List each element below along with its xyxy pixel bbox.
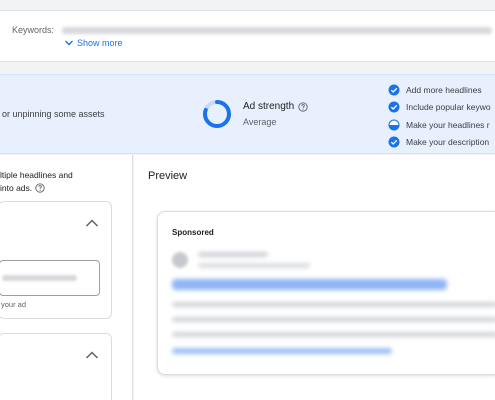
check-circle-icon bbox=[388, 101, 400, 113]
ad-url-blurred bbox=[198, 263, 310, 268]
headline-input[interactable] bbox=[0, 260, 100, 296]
check-circle-icon bbox=[388, 136, 400, 148]
sponsored-label: Sponsored bbox=[172, 228, 214, 237]
headline-input-blurred-value bbox=[2, 275, 77, 281]
ad-description-line-blurred bbox=[172, 317, 495, 322]
suggestion-label: Make your headlines r bbox=[406, 119, 490, 130]
ad-strength-value: Average bbox=[243, 117, 277, 127]
suggestion-list: Add more headlines Include popular keywo… bbox=[388, 81, 491, 151]
ad-site-name-blurred bbox=[198, 252, 268, 257]
preview-title: Preview bbox=[148, 170, 188, 182]
ad-headline-blurred[interactable] bbox=[172, 279, 447, 290]
preview-panel: Preview Sponsored bbox=[134, 155, 495, 400]
asset-editor-column: ltiple headlines and into ads. your ad bbox=[0, 155, 133, 400]
ad-description-line-blurred bbox=[172, 302, 495, 307]
ad-strength-title: Ad strength bbox=[243, 101, 308, 112]
favicon-icon bbox=[172, 252, 188, 268]
check-circle-icon bbox=[388, 84, 400, 96]
headline-input-help: your ad bbox=[1, 300, 27, 309]
chevron-up-icon[interactable] bbox=[85, 218, 99, 228]
suggestion-item[interactable]: Add more headlines bbox=[388, 81, 491, 99]
description-section-card bbox=[0, 333, 112, 400]
keywords-label: Keywords: bbox=[12, 25, 55, 35]
chevron-down-icon bbox=[65, 40, 73, 46]
keywords-card: Keywords: Show more bbox=[0, 10, 495, 62]
pinning-hint: or unpinning some assets bbox=[2, 109, 105, 119]
help-icon[interactable] bbox=[35, 183, 45, 193]
suggestion-item[interactable]: Include popular keywo bbox=[388, 99, 491, 117]
ad-sitelinks-blurred[interactable] bbox=[172, 348, 392, 354]
ad-strength-label: Ad strength bbox=[243, 101, 295, 112]
suggestion-label: Include popular keywo bbox=[406, 102, 491, 113]
keywords-blurred-text bbox=[62, 27, 492, 34]
ad-description-line-blurred bbox=[172, 332, 495, 337]
headline-section-card: your ad bbox=[0, 201, 112, 319]
suggestion-label: Add more headlines bbox=[406, 84, 482, 95]
asset-description-line2-text: into ads. bbox=[0, 182, 33, 193]
asset-description-line1: ltiple headlines and bbox=[0, 170, 73, 180]
ad-preview-card: Sponsored bbox=[157, 211, 495, 375]
chevron-up-icon[interactable] bbox=[85, 350, 99, 360]
ad-strength-banner: or unpinning some assets Ad strength Ave… bbox=[0, 74, 495, 154]
ad-strength-ring-icon bbox=[203, 100, 231, 128]
help-icon[interactable] bbox=[298, 101, 308, 112]
half-circle-icon bbox=[388, 119, 400, 131]
asset-description: ltiple headlines and into ads. bbox=[0, 169, 73, 195]
suggestion-item[interactable]: Make your headlines r bbox=[388, 116, 491, 134]
show-more-link[interactable]: Show more bbox=[64, 38, 123, 48]
suggestion-item[interactable]: Make your description bbox=[388, 134, 491, 152]
asset-description-line2: into ads. bbox=[0, 182, 73, 195]
suggestion-label: Make your description bbox=[406, 137, 490, 148]
show-more-label: Show more bbox=[77, 38, 123, 48]
